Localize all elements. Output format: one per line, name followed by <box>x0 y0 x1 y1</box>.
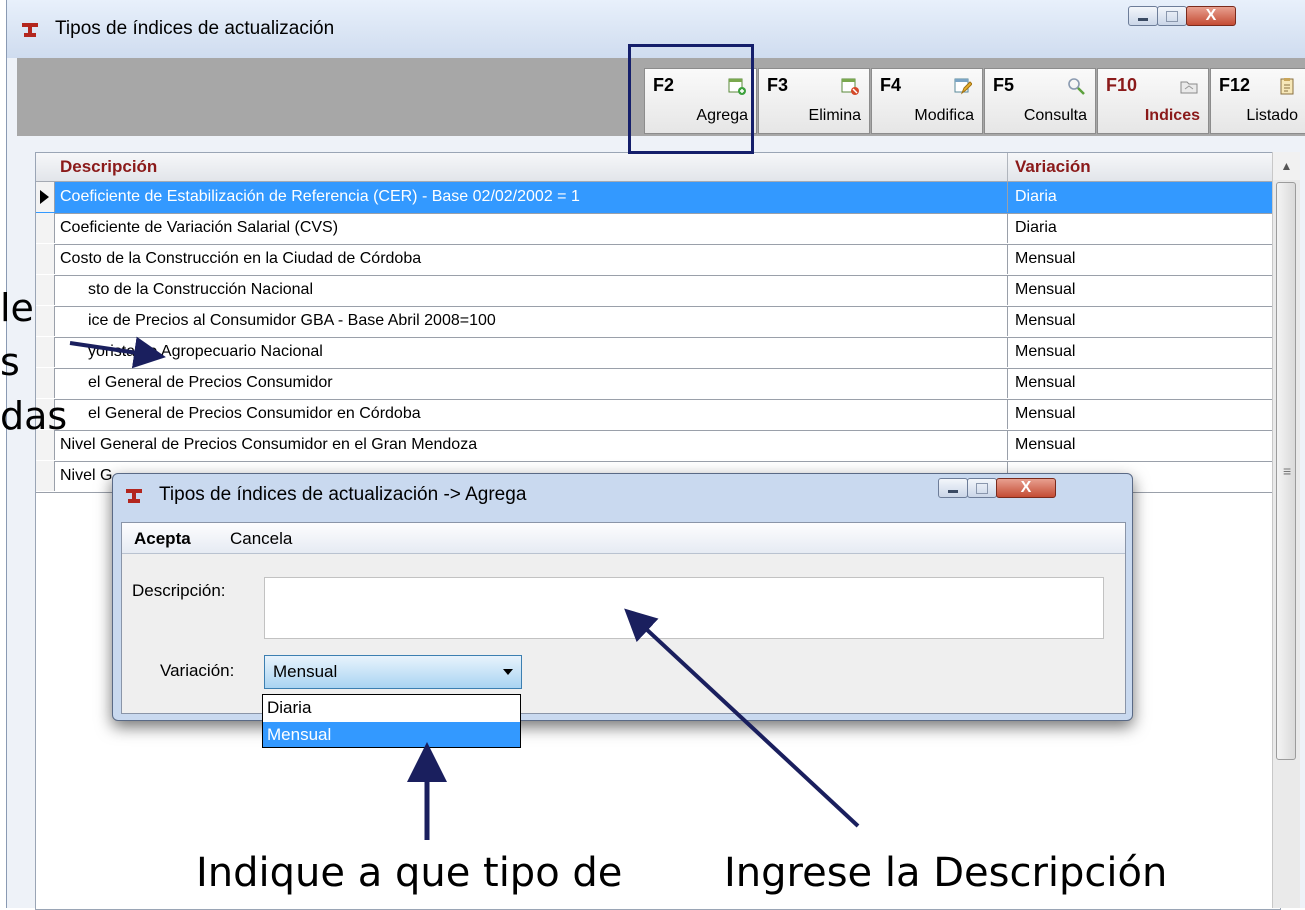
table-row[interactable]: el General de Precios Consumidor Mensual <box>36 368 1280 400</box>
close-button[interactable]: X <box>1186 6 1236 26</box>
table-row[interactable]: yorista de Agropecuario Nacional Mensual <box>36 337 1280 369</box>
dialog-close-button[interactable]: X <box>996 478 1056 498</box>
app-icon <box>126 489 142 503</box>
callout-description-hint: Ingrese la Descripción <box>724 850 1168 896</box>
table-row[interactable]: el General de Precios Consumidor en Córd… <box>36 399 1280 431</box>
variation-option-diaria[interactable]: Diaria <box>263 695 520 720</box>
row-description: Nivel General de Precios Consumidor en e… <box>60 436 478 453</box>
table-row[interactable]: ice de Precios al Consumidor GBA - Base … <box>36 306 1280 338</box>
row-description: el General de Precios Consumidor <box>88 374 333 391</box>
current-row-indicator-icon <box>40 190 49 204</box>
minimize-button[interactable] <box>1128 6 1158 26</box>
table-row[interactable]: Coeficiente de Estabilización de Referen… <box>36 182 1280 214</box>
indices-label: Indices <box>1144 107 1200 124</box>
list-key: F12 <box>1219 75 1251 95</box>
grid-header: Descripción Variación <box>36 153 1280 182</box>
row-variation: Mensual <box>1015 374 1076 391</box>
row-variation: Diaria <box>1015 219 1057 236</box>
description-input[interactable] <box>264 577 1104 639</box>
callout-variation-hint: Indique a que tipo de <box>196 850 623 896</box>
table-row[interactable]: Nivel General de Precios Consumidor en e… <box>36 430 1280 462</box>
modify-key: F4 <box>880 75 902 95</box>
row-description: ice de Precios al Consumidor GBA - Base … <box>88 312 496 329</box>
query-label: Consulta <box>1023 107 1087 124</box>
row-description: Coeficiente de Estabilización de Referen… <box>60 188 580 205</box>
row-variation: Mensual <box>1015 250 1076 267</box>
query-button[interactable]: F5 Consulta <box>984 68 1096 134</box>
indices-key: F10 <box>1106 75 1138 95</box>
row-variation: Mensual <box>1015 405 1076 422</box>
dialog-title: Tipos de índices de actualización -> Agr… <box>159 484 527 505</box>
variation-option-mensual[interactable]: Mensual <box>263 722 520 747</box>
dialog-menu-bar: Acepta Cancela <box>122 523 1125 554</box>
variation-select-value: Mensual <box>273 662 338 681</box>
list-label: Listado <box>1246 107 1298 124</box>
window-title: Tipos de índices de actualización <box>55 18 335 39</box>
column-header-variation[interactable]: Variación <box>1015 157 1091 177</box>
dialog-maximize-button[interactable] <box>967 478 997 498</box>
app-icon <box>22 23 38 37</box>
callout-line-1: le <box>0 286 34 330</box>
row-description: yorista de Agropecuario Nacional <box>88 343 323 360</box>
scroll-thumb[interactable]: ≡ <box>1276 182 1296 760</box>
scroll-up-button[interactable]: ▲ <box>1273 152 1300 180</box>
add-button-highlight <box>628 44 754 154</box>
list-button[interactable]: F12 Listado <box>1210 68 1305 134</box>
edit-document-icon <box>954 78 972 95</box>
callout-line-2: s <box>0 340 20 384</box>
modify-label: Modifica <box>914 107 974 124</box>
folder-icon <box>1180 81 1198 94</box>
modify-button[interactable]: F4 Modifica <box>871 68 983 134</box>
row-variation: Mensual <box>1015 436 1076 453</box>
row-description: Nivel G <box>60 467 113 484</box>
row-variation: Diaria <box>1015 188 1057 205</box>
dialog-minimize-button[interactable] <box>938 478 968 498</box>
row-description: Costo de la Construcción en la Ciudad de… <box>60 250 422 267</box>
row-description: sto de la Construcción Nacional <box>88 281 314 298</box>
delete-document-icon <box>841 78 859 95</box>
callout-line-3: das <box>0 394 68 438</box>
delete-button[interactable]: F3 Elimina <box>758 68 870 134</box>
variation-dropdown-list: Diaria Mensual <box>262 694 521 748</box>
row-variation: Mensual <box>1015 343 1076 360</box>
table-row[interactable]: sto de la Construcción Nacional Mensual <box>36 275 1280 307</box>
search-icon <box>1068 78 1085 95</box>
row-variation: Mensual <box>1015 312 1076 329</box>
table-row[interactable]: Coeficiente de Variación Salarial (CVS) … <box>36 213 1280 245</box>
query-key: F5 <box>993 75 1015 95</box>
description-label: Descripción: <box>132 581 226 600</box>
cancel-menu-item[interactable]: Cancela <box>230 529 292 549</box>
row-description: Coeficiente de Variación Salarial (CVS) <box>60 219 339 236</box>
table-row[interactable]: Costo de la Construcción en la Ciudad de… <box>36 244 1280 276</box>
column-header-description[interactable]: Descripción <box>60 157 157 177</box>
accept-menu-item[interactable]: Acepta <box>134 529 191 549</box>
clipboard-icon <box>1280 78 1294 95</box>
variation-label: Variación: <box>160 661 235 680</box>
row-variation: Mensual <box>1015 281 1076 298</box>
maximize-button[interactable] <box>1157 6 1187 26</box>
indices-button[interactable]: F10 Indices <box>1097 68 1209 134</box>
scroll-grip-icon: ≡ <box>1283 463 1292 479</box>
chevron-down-icon[interactable] <box>503 669 513 675</box>
dialog-body: Acepta Cancela Descripción: Variación: M… <box>121 522 1126 714</box>
add-dialog: Tipos de índices de actualización -> Agr… <box>112 473 1133 721</box>
variation-select[interactable]: Mensual <box>264 655 522 689</box>
delete-key: F3 <box>767 75 789 95</box>
row-description: el General de Precios Consumidor en Córd… <box>88 405 421 422</box>
vertical-scrollbar[interactable]: ▲ ≡ <box>1272 152 1300 908</box>
delete-label: Elimina <box>808 107 861 124</box>
